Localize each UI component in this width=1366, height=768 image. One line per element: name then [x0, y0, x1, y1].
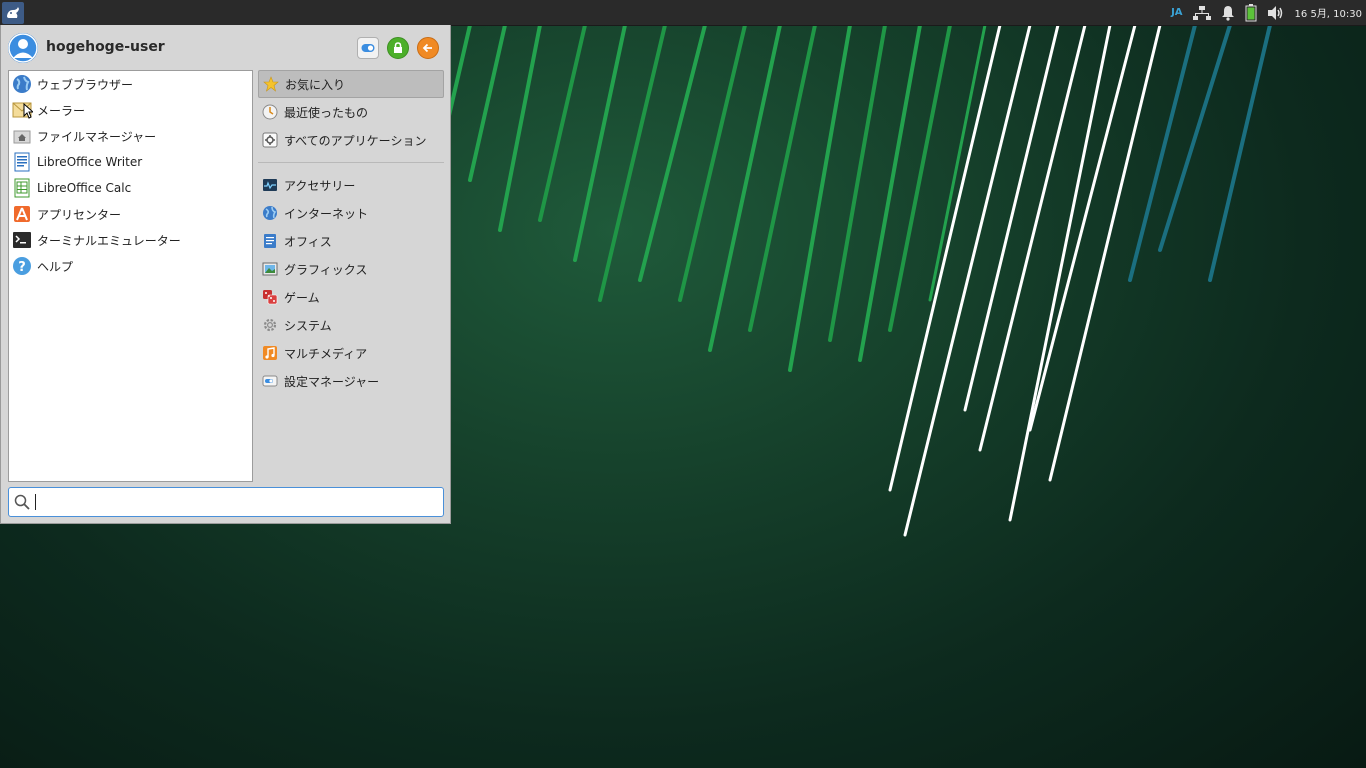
- internet-icon: [261, 204, 279, 222]
- svg-text:?: ?: [18, 260, 26, 275]
- favorite-file-manager[interactable]: ファイルマネージャー: [9, 123, 252, 149]
- category-system[interactable]: システム: [258, 311, 444, 339]
- top-panel: JA 16 5月, 10:30: [0, 0, 1366, 26]
- system-tray: JA 16 5月, 10:30: [1171, 0, 1362, 25]
- settings-button[interactable]: [357, 37, 379, 59]
- help-icon: ?: [12, 256, 32, 276]
- mouse-cursor-icon: [23, 103, 33, 119]
- network-icon[interactable]: [1192, 5, 1211, 21]
- favorite-terminal[interactable]: ターミナルエミュレーター: [9, 227, 252, 253]
- search-input[interactable]: [39, 491, 433, 513]
- input-method-indicator[interactable]: JA: [1171, 7, 1182, 18]
- category-games[interactable]: ゲーム: [258, 283, 444, 311]
- system-icon: [261, 316, 279, 334]
- star-icon: [262, 75, 280, 93]
- whisker-menu-icon: [7, 6, 19, 18]
- clock[interactable]: 16 5月, 10:30: [1295, 5, 1362, 20]
- search-icon: [14, 494, 30, 510]
- favorite-app-center[interactable]: アプリセンター: [9, 201, 252, 227]
- home-folder-icon: [12, 126, 32, 146]
- writer-icon: [12, 152, 32, 172]
- lock-icon: [394, 42, 402, 53]
- category-all-applications[interactable]: すべてのアプリケーション: [258, 126, 444, 154]
- multimedia-icon: [261, 344, 279, 362]
- terminal-icon: [12, 230, 32, 250]
- lock-screen-button[interactable]: [387, 37, 409, 59]
- globe-icon: [12, 74, 32, 94]
- all-apps-icon: [261, 131, 279, 149]
- battery-icon[interactable]: [1245, 3, 1257, 22]
- search-box[interactable]: [8, 487, 444, 517]
- graphics-icon: [261, 260, 279, 278]
- office-icon: [261, 232, 279, 250]
- username: hogehoge-user: [46, 39, 165, 55]
- category-accessories[interactable]: アクセサリー: [258, 171, 444, 199]
- favorite-help[interactable]: ? ヘルプ: [9, 253, 252, 279]
- calc-icon: [12, 178, 32, 198]
- user-avatar-icon: [8, 33, 38, 63]
- app-center-icon: [12, 204, 32, 224]
- favorite-mailer[interactable]: メーラー: [9, 97, 252, 123]
- settings-icon: [361, 44, 375, 52]
- category-internet[interactable]: インターネット: [258, 199, 444, 227]
- favorite-libreoffice-calc[interactable]: LibreOffice Calc: [9, 175, 252, 201]
- category-multimedia[interactable]: マルチメディア: [258, 339, 444, 367]
- recent-icon: [261, 103, 279, 121]
- settings-manager-icon: [261, 372, 279, 390]
- avatar: [8, 33, 38, 63]
- logout-button[interactable]: [417, 37, 439, 59]
- favorite-web-browser[interactable]: ウェブブラウザー: [9, 71, 252, 97]
- application-menu: hogehoge-user ウェブブラウザー メーラー ファイルマネージャー L…: [0, 25, 451, 524]
- accessories-icon: [261, 176, 279, 194]
- category-list: お気に入り 最近使ったもの すべてのアプリケーション アクセサリー インターネッ…: [258, 70, 444, 395]
- category-office[interactable]: オフィス: [258, 227, 444, 255]
- notification-bell-icon[interactable]: [1221, 5, 1235, 21]
- category-settings-manager[interactable]: 設定マネージャー: [258, 367, 444, 395]
- volume-icon[interactable]: [1267, 5, 1285, 21]
- favorite-libreoffice-writer[interactable]: LibreOffice Writer: [9, 149, 252, 175]
- category-recent[interactable]: 最近使ったもの: [258, 98, 444, 126]
- category-graphics[interactable]: グラフィックス: [258, 255, 444, 283]
- category-favorites[interactable]: お気に入り: [258, 70, 444, 98]
- whisker-menu-button[interactable]: [2, 1, 24, 24]
- favorites-list: ウェブブラウザー メーラー ファイルマネージャー LibreOffice Wri…: [8, 70, 253, 482]
- games-icon: [261, 288, 279, 306]
- logout-icon: [422, 43, 432, 53]
- category-separator: [258, 162, 444, 163]
- menu-header: hogehoge-user: [1, 25, 450, 70]
- text-caret: [35, 494, 36, 510]
